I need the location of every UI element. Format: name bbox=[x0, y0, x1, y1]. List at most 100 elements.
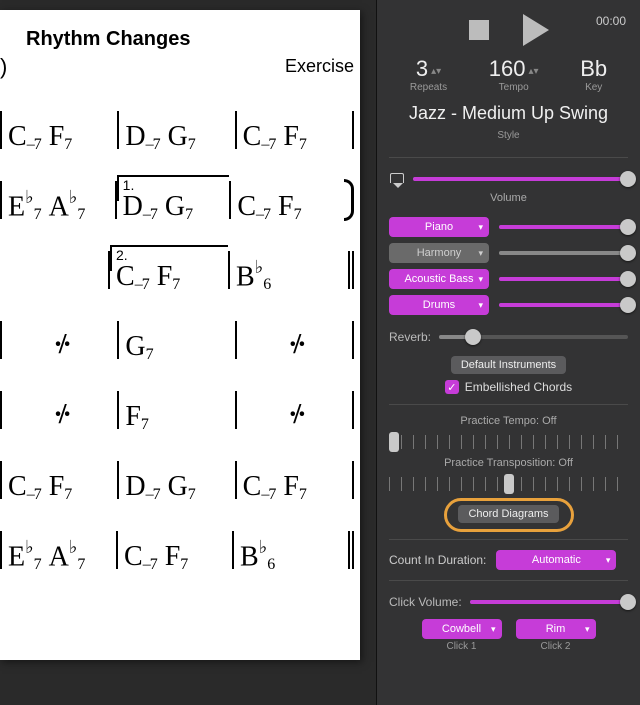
practice-tempo-label: Practice Tempo: Off bbox=[389, 415, 628, 427]
embellished-label: Embellished Chords bbox=[465, 380, 572, 394]
measure: C–7F7 bbox=[237, 473, 352, 503]
measure: B♭6 bbox=[230, 260, 348, 293]
instrument-select[interactable]: Acoustic Bass▾ bbox=[389, 269, 489, 289]
volta-2: 2. bbox=[110, 245, 228, 271]
chord: B♭6 bbox=[240, 540, 274, 571]
volume-label: Volume bbox=[389, 192, 628, 204]
measure: E♭7 A♭7 bbox=[2, 540, 116, 573]
practice-transposition-slider[interactable] bbox=[389, 477, 628, 491]
lead-sheet-area: ) Rhythm Changes Exercise C–7F7D–7G7C–7F… bbox=[0, 0, 376, 705]
chord: F7 bbox=[283, 123, 306, 151]
transport-settings: 3▴▾ Repeats 160▴▾ Tempo Bb Key bbox=[389, 56, 628, 93]
count-in-select[interactable]: Automatic▾ bbox=[496, 550, 616, 570]
chart-rows: C–7F7D–7G7C–7F7E♭7A♭7D–7G71.C–7F7C–7F72.… bbox=[0, 97, 354, 573]
chord: C–7 bbox=[243, 123, 276, 151]
measure: C–7F72. bbox=[110, 263, 228, 293]
key-selector[interactable]: Bb Key bbox=[580, 56, 607, 93]
measure: C–7F7 bbox=[237, 123, 352, 153]
chart-row: ·/· F7 ·/· bbox=[0, 377, 354, 433]
click2-label: Click 2 bbox=[516, 641, 596, 652]
instrument-row: Acoustic Bass▾ bbox=[389, 266, 628, 292]
measure: D–7G71. bbox=[117, 193, 230, 223]
instrument-row: Piano▾ bbox=[389, 214, 628, 240]
instrument-volume-slider[interactable] bbox=[499, 277, 628, 281]
chord: E♭7 bbox=[8, 540, 41, 571]
chord: C–7 bbox=[124, 543, 157, 571]
checkmark-icon: ✓ bbox=[445, 380, 459, 394]
airplay-icon[interactable] bbox=[389, 172, 405, 186]
stop-button[interactable] bbox=[469, 20, 489, 40]
chord: D–7 bbox=[125, 123, 159, 151]
reverb-label: Reverb: bbox=[389, 330, 431, 344]
click2-select[interactable]: Rim▾ bbox=[516, 619, 596, 639]
chord: F7 bbox=[49, 473, 72, 501]
chord: F7 bbox=[49, 123, 72, 151]
chart-row: E♭7A♭7D–7G71.C–7F7 bbox=[0, 167, 354, 223]
simile-mark: ·/· bbox=[8, 329, 113, 361]
chart-row: E♭7 A♭7 C–7F7 B♭6 bbox=[0, 517, 354, 573]
instrument-select[interactable]: Drums▾ bbox=[389, 295, 489, 315]
reverb-slider[interactable] bbox=[439, 335, 628, 339]
measure: C–7F7 bbox=[2, 123, 117, 153]
repeats-stepper[interactable]: 3▴▾ Repeats bbox=[410, 56, 447, 93]
count-in-row: Count In Duration: Automatic▾ bbox=[389, 550, 628, 570]
chord: A♭7 bbox=[49, 540, 85, 571]
volta-1: 1. bbox=[117, 175, 230, 201]
embellished-row[interactable]: ✓ Embellished Chords bbox=[389, 380, 628, 394]
measure: D–7 G7 bbox=[119, 473, 234, 503]
measure: ·/· bbox=[2, 329, 117, 363]
play-button[interactable] bbox=[523, 14, 549, 46]
measure: ·/· bbox=[2, 399, 117, 433]
practice-transposition-label: Practice Transposition: Off bbox=[389, 457, 628, 469]
double-barline bbox=[348, 531, 354, 569]
chord: G7 bbox=[168, 123, 195, 151]
measure: D–7 G7 bbox=[119, 123, 234, 153]
click-volume-slider[interactable] bbox=[470, 600, 628, 604]
truncated-edge: ) bbox=[0, 54, 6, 80]
control-panel: 00:00 3▴▾ Repeats 160▴▾ Tempo Bb Key Jaz… bbox=[376, 0, 640, 705]
measure: B♭6 bbox=[234, 540, 348, 573]
chord: E♭7 bbox=[8, 190, 41, 221]
transport: 00:00 bbox=[389, 12, 628, 48]
measure: F7 bbox=[119, 403, 234, 433]
measure: C–7F7 bbox=[118, 543, 232, 573]
click-sounds-row: Cowbell▾ Click 1 Rim▾ Click 2 bbox=[389, 619, 628, 652]
default-instruments-button[interactable]: Default Instruments bbox=[451, 356, 566, 374]
repeat-end bbox=[344, 181, 354, 219]
click1-select[interactable]: Cowbell▾ bbox=[422, 619, 502, 639]
measure: C–7F7 bbox=[2, 473, 117, 503]
measure: G7 bbox=[119, 333, 234, 363]
instrument-select[interactable]: Piano▾ bbox=[389, 217, 489, 237]
chart-row: ·/· G7 ·/· bbox=[0, 307, 354, 363]
style-label: Style bbox=[389, 130, 628, 141]
chord: G7 bbox=[168, 473, 195, 501]
tempo-stepper[interactable]: 160▴▾ Tempo bbox=[489, 56, 539, 93]
style-name[interactable]: Jazz - Medium Up Swing bbox=[389, 103, 628, 124]
instrument-volume-slider[interactable] bbox=[499, 303, 628, 307]
practice-tempo-slider[interactable] bbox=[389, 435, 628, 449]
chord: F7 bbox=[278, 193, 301, 221]
instrument-list: Piano▾ Harmony▾ Acoustic Bass▾ Drums▾ bbox=[389, 214, 628, 318]
instrument-row: Harmony▾ bbox=[389, 240, 628, 266]
lead-sheet[interactable]: ) Rhythm Changes Exercise C–7F7D–7G7C–7F… bbox=[0, 10, 360, 660]
master-volume-slider[interactable] bbox=[413, 177, 628, 181]
chord: D–7 bbox=[125, 473, 159, 501]
chart-row: C–7F7D–7G7C–7F7 bbox=[0, 447, 354, 503]
click-volume-label: Click Volume: bbox=[389, 595, 462, 609]
chord: A♭7 bbox=[49, 190, 85, 221]
chord: B♭6 bbox=[236, 260, 270, 291]
chord: F7 bbox=[125, 403, 148, 431]
reverb-row: Reverb: bbox=[389, 324, 628, 350]
click1-label: Click 1 bbox=[422, 641, 502, 652]
simile-mark: ·/· bbox=[243, 399, 348, 431]
chart-subtitle: Exercise bbox=[285, 56, 354, 77]
measure: ·/· bbox=[237, 329, 352, 363]
count-in-label: Count In Duration: bbox=[389, 553, 486, 567]
chord: G7 bbox=[125, 333, 152, 361]
instrument-volume-slider[interactable] bbox=[499, 251, 628, 255]
instrument-select[interactable]: Harmony▾ bbox=[389, 243, 489, 263]
instrument-volume-slider[interactable] bbox=[499, 225, 628, 229]
chord-diagrams-button[interactable]: Chord Diagrams bbox=[458, 505, 558, 523]
chart-title: Rhythm Changes bbox=[26, 28, 354, 51]
chord: C–7 bbox=[243, 473, 276, 501]
